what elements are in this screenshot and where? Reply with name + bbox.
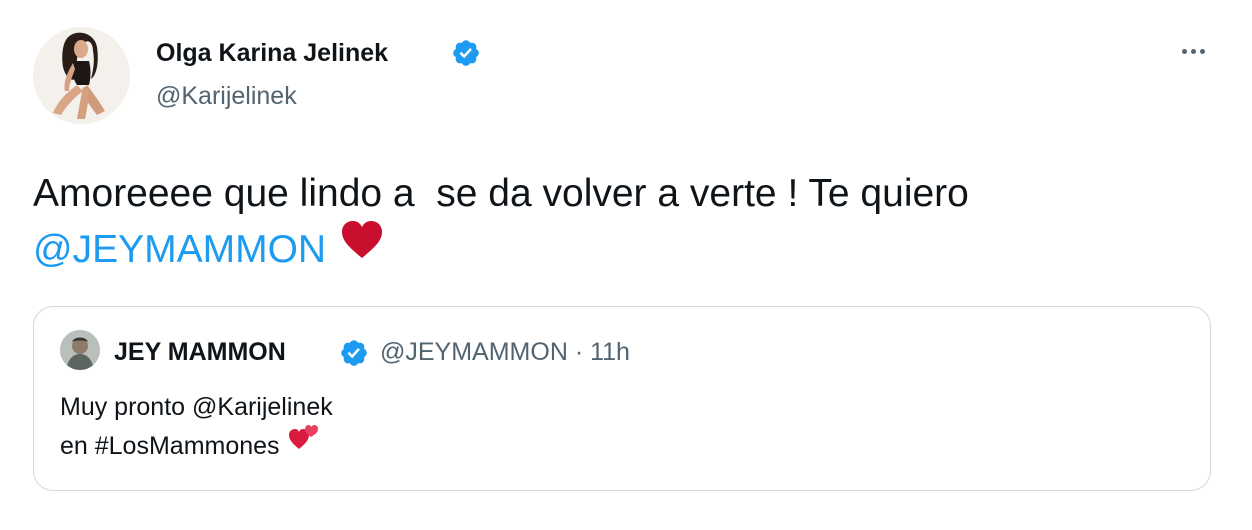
red-heart-emoji-icon xyxy=(340,220,384,276)
quoted-tweet-text: Muy pronto @Karijelinek en #LosMammones xyxy=(60,388,333,466)
quoted-author-handle-and-time[interactable]: @JEYMAMMON · 11h xyxy=(380,336,630,368)
verified-badge-icon xyxy=(453,40,479,66)
author-handle[interactable]: @Karijelinek xyxy=(156,79,297,113)
two-hearts-emoji-icon xyxy=(288,421,320,463)
quoted-author-avatar[interactable] xyxy=(60,330,100,370)
more-options-icon[interactable] xyxy=(1172,34,1214,68)
more-dot xyxy=(1181,48,1187,54)
quoted-mention-text: @Karijelinek xyxy=(192,393,333,421)
more-dot xyxy=(1199,48,1205,54)
quoted-author-avatar-image xyxy=(60,330,100,370)
tweet-text: Amoreeee que lindo a se da volver a vert… xyxy=(33,166,1223,278)
quoted-text-prefix: Muy pronto xyxy=(60,393,193,421)
author-avatar-image xyxy=(33,27,130,124)
quoted-text-hashtag-line: en #LosMammones xyxy=(60,432,280,460)
quoted-tweet-line-2: en #LosMammones xyxy=(60,425,333,466)
tweet-text-line: Amoreeee que lindo a se da volver a vert… xyxy=(33,172,969,215)
author-display-name[interactable]: Olga Karina Jelinek xyxy=(156,36,388,70)
tweet-mention-link[interactable]: @JEYMAMMON xyxy=(33,228,326,271)
quoted-author-display-name[interactable]: JEY MAMMON xyxy=(114,336,286,368)
more-dot xyxy=(1190,48,1196,54)
tweet-card[interactable]: Olga Karina Jelinek @Karijelinek Amoreee… xyxy=(0,0,1252,530)
quoted-tweet-card[interactable]: JEY MAMMON @JEYMAMMON · 11h Muy pronto @… xyxy=(33,306,1211,491)
author-avatar[interactable] xyxy=(33,27,130,124)
quoted-verified-badge-icon xyxy=(341,340,367,366)
